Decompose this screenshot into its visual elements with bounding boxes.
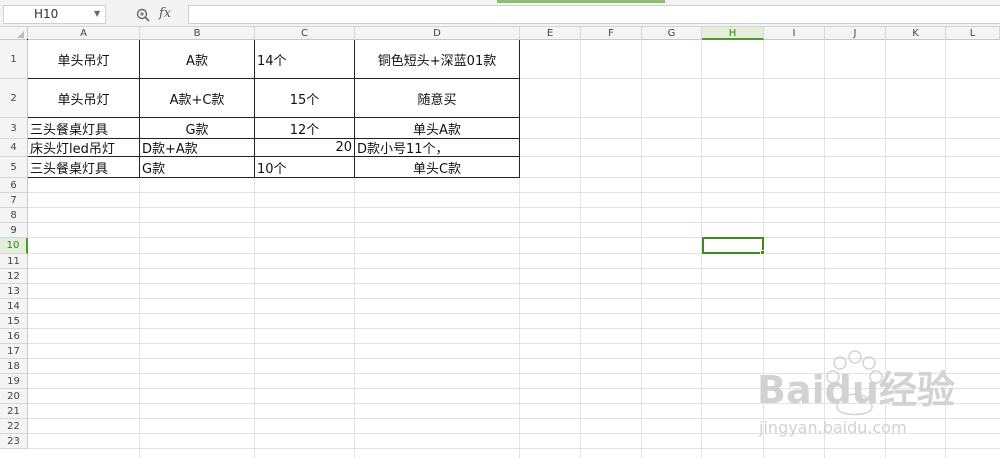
row-header-12[interactable]: 12: [0, 269, 28, 284]
column-header-e[interactable]: E: [520, 27, 581, 40]
row-header-10[interactable]: 10: [0, 238, 28, 254]
column-header-a[interactable]: A: [28, 27, 140, 40]
gridline-horizontal: [28, 222, 1000, 223]
column-header-i[interactable]: I: [764, 27, 825, 40]
table-border-vertical: [519, 40, 520, 178]
gridline-horizontal: [28, 253, 1000, 254]
cell-b5[interactable]: G款: [140, 157, 254, 177]
row-header-3[interactable]: 3: [0, 118, 28, 139]
gridline-horizontal: [28, 283, 1000, 284]
name-box[interactable]: H10: [3, 5, 106, 24]
cell-c1[interactable]: 14个: [255, 40, 354, 78]
column-header-c[interactable]: C: [255, 27, 355, 40]
row-header-15[interactable]: 15: [0, 314, 28, 329]
row-header-8[interactable]: 8: [0, 208, 28, 223]
cell-d4[interactable]: D款小号11个，: [355, 139, 519, 156]
row-header-18[interactable]: 18: [0, 359, 28, 374]
watermark-brand: Baidu经验: [757, 368, 955, 412]
row-header-6[interactable]: 6: [0, 178, 28, 193]
baidu-watermark-logo: Baidu经验 jingyan.baidu.com: [757, 350, 955, 437]
column-header-h[interactable]: H: [702, 27, 764, 40]
cell-c5[interactable]: 10个: [255, 157, 354, 177]
column-header-k[interactable]: K: [886, 27, 946, 40]
row-header-9[interactable]: 9: [0, 223, 28, 238]
gridline-horizontal: [28, 328, 1000, 329]
cell-a1[interactable]: 单头吊灯: [28, 40, 139, 78]
cell-a3[interactable]: 三头餐桌灯具: [28, 118, 139, 138]
fill-handle[interactable]: [760, 250, 765, 255]
cell-a2[interactable]: 单头吊灯: [28, 79, 139, 117]
scroll-indicator: [497, 0, 665, 3]
zoom-icon[interactable]: [136, 8, 150, 22]
chevron-down-icon[interactable]: ▼: [94, 9, 100, 19]
column-header-f[interactable]: F: [581, 27, 642, 40]
cell-c2[interactable]: 15个: [255, 79, 354, 117]
select-all-icon: [17, 31, 24, 38]
row-header-5[interactable]: 5: [0, 157, 28, 178]
cell-a5[interactable]: 三头餐桌灯具: [28, 157, 139, 177]
row-header-23[interactable]: 23: [0, 434, 28, 449]
row-header-13[interactable]: 13: [0, 284, 28, 299]
row-header-20[interactable]: 20: [0, 389, 28, 404]
table-border-horizontal: [27, 177, 520, 178]
row-header-1[interactable]: 1: [0, 40, 28, 79]
row-header-4[interactable]: 4: [0, 139, 28, 157]
row-header-22[interactable]: 22: [0, 419, 28, 434]
gridline-horizontal: [28, 268, 1000, 269]
row-header-14[interactable]: 14: [0, 299, 28, 314]
row-header-19[interactable]: 19: [0, 374, 28, 389]
gridline-horizontal: [28, 298, 1000, 299]
row-header-21[interactable]: 21: [0, 404, 28, 419]
selected-cell-outline: [702, 237, 764, 254]
watermark-url: jingyan.baidu.com: [758, 418, 907, 437]
gridline-horizontal: [28, 343, 1000, 344]
cell-d3[interactable]: 单头A款: [355, 118, 519, 138]
cell-c4[interactable]: 20: [255, 139, 354, 156]
gridline-horizontal: [28, 207, 1000, 208]
gridline-horizontal: [28, 313, 1000, 314]
row-header-16[interactable]: 16: [0, 329, 28, 344]
column-header-g[interactable]: G: [642, 27, 702, 40]
gridline-vertical: [580, 40, 581, 458]
cell-b2[interactable]: A款+C款: [140, 79, 254, 117]
cell-b4[interactable]: D款+A款: [140, 139, 254, 156]
cell-d5[interactable]: 单头C款: [355, 157, 519, 177]
column-header-b[interactable]: B: [140, 27, 255, 40]
cell-d1[interactable]: 铜色短头+深蓝01款: [355, 40, 519, 78]
gridline-vertical: [641, 40, 642, 458]
row-header-17[interactable]: 17: [0, 344, 28, 359]
cell-a4[interactable]: 床头灯led吊灯: [28, 139, 139, 156]
fx-icon[interactable]: fx: [159, 5, 171, 23]
formula-input[interactable]: [188, 5, 1000, 24]
cell-b1[interactable]: A款: [140, 40, 254, 78]
cell-c3[interactable]: 12个: [255, 118, 354, 138]
row-header-7[interactable]: 7: [0, 193, 28, 208]
cell-b3[interactable]: G款: [140, 118, 254, 138]
column-header-j[interactable]: J: [825, 27, 886, 40]
row-header-11[interactable]: 11: [0, 254, 28, 269]
row-header-2[interactable]: 2: [0, 79, 28, 118]
column-header-l[interactable]: L: [946, 27, 1000, 40]
column-header-d[interactable]: D: [355, 27, 520, 40]
cell-d2[interactable]: 随意买: [355, 79, 519, 117]
gridline-horizontal: [28, 237, 1000, 238]
gridline-horizontal: [28, 192, 1000, 193]
